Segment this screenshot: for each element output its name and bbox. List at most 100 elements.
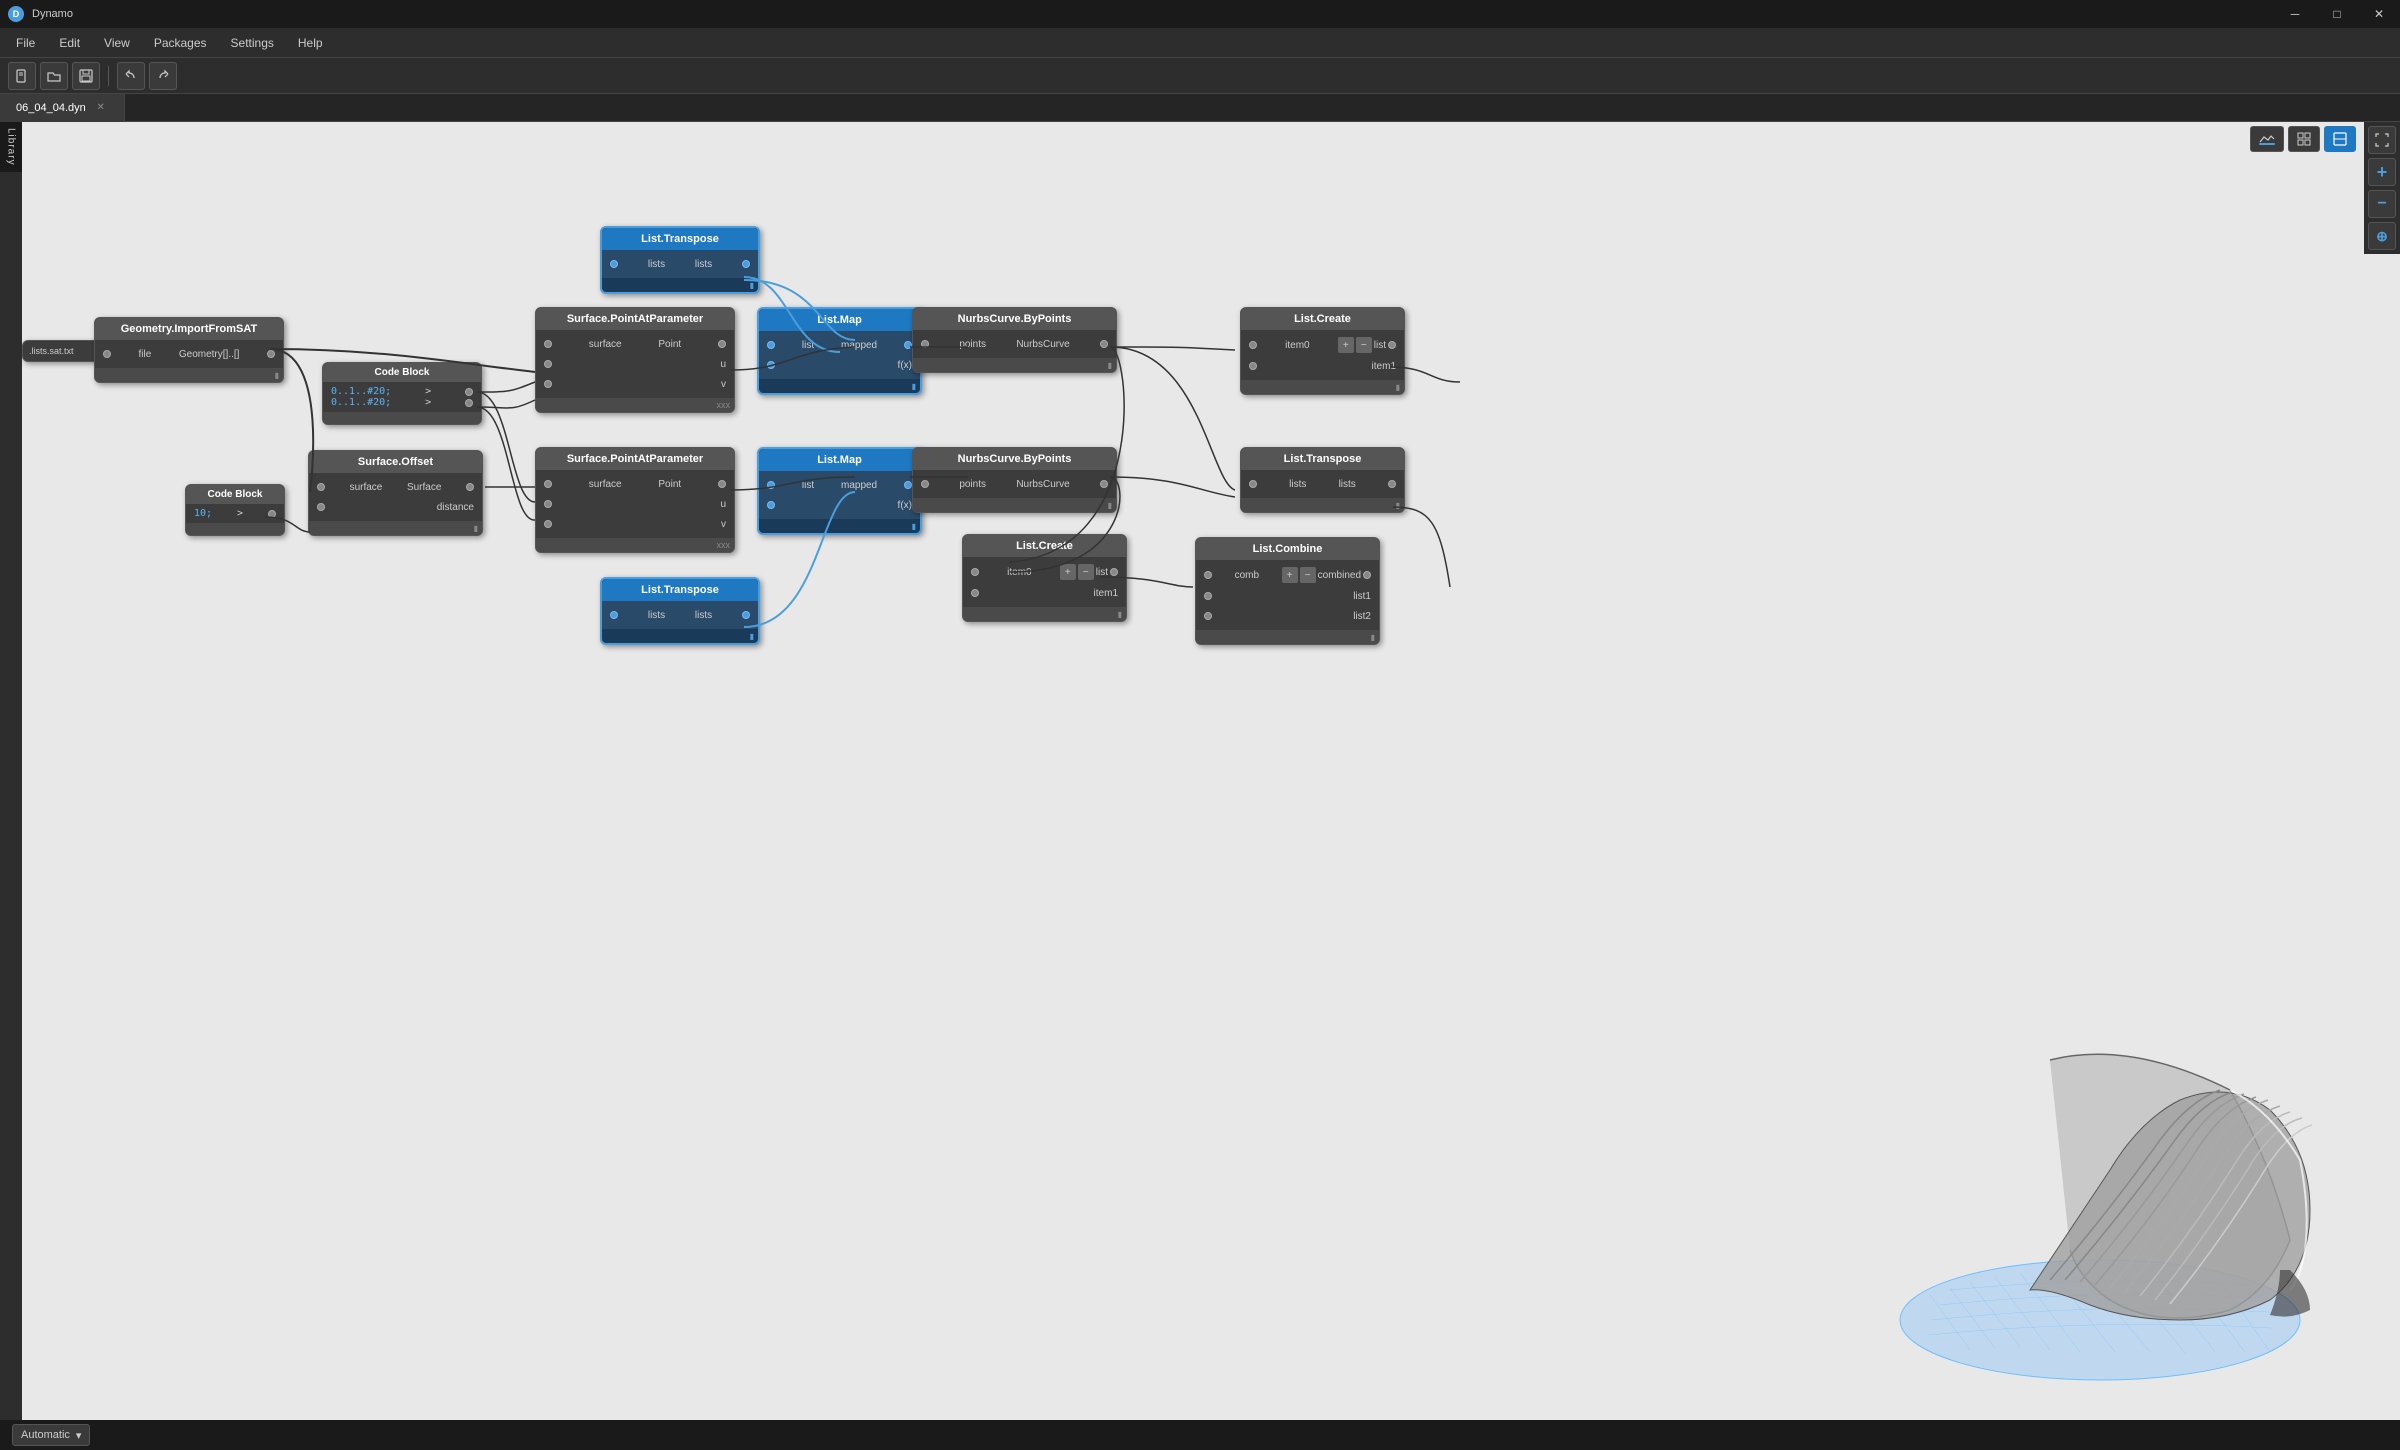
code-block-2-header: Code Block (186, 485, 284, 504)
run-mode-dropdown[interactable]: Automatic ▾ (12, 1424, 90, 1446)
undo-button[interactable] (117, 62, 145, 90)
surface-point-2-v-port[interactable] (544, 520, 552, 528)
zoom-fit-button[interactable]: ⊕ (2368, 222, 2396, 250)
code-arrow-3: > (237, 508, 243, 519)
list-transpose-2-input[interactable] (610, 611, 618, 619)
surface-offset-output-port[interactable] (466, 483, 474, 491)
list-create-1-item1-row: item1 (1241, 356, 1404, 376)
list-transpose-1-output[interactable] (742, 260, 750, 268)
list-map-2-output-port[interactable] (904, 481, 912, 489)
nurbs-curve-1-output-port[interactable] (1100, 340, 1108, 348)
list-map-2-list-label: list (802, 480, 814, 491)
fit-view-button[interactable] (2368, 126, 2396, 154)
nurbs-curve-1-node: NurbsCurve.ByPoints points NurbsCurve ▮ (912, 307, 1117, 373)
surface-offset-header: Surface.Offset (309, 451, 482, 473)
background-view-button[interactable] (2250, 126, 2284, 152)
geometry-import-node: Geometry.ImportFromSAT file Geometry[]..… (94, 317, 284, 383)
redo-button[interactable] (149, 62, 177, 90)
input-file-label: .lists.sat.txt (29, 346, 74, 356)
surface-offset-surface-port[interactable] (317, 483, 325, 491)
list-create-2-item0-port[interactable] (971, 568, 979, 576)
list-create-1-plus-button[interactable]: + (1338, 337, 1354, 353)
list-create-2-output-port[interactable] (1110, 568, 1118, 576)
list-create-2-minus-button[interactable]: − (1078, 564, 1094, 580)
open-button[interactable] (40, 62, 68, 90)
list-combine-plus-button[interactable]: + (1282, 567, 1298, 583)
list-create-1-minus-button[interactable]: − (1356, 337, 1372, 353)
nurbs-curve-1-points-label: points (959, 339, 986, 350)
layout-view-button[interactable] (2324, 126, 2356, 152)
surface-point-1-surface-port[interactable] (544, 340, 552, 348)
menu-file[interactable]: File (4, 32, 47, 54)
code-output-2[interactable] (465, 399, 473, 407)
list-combine-list1-port[interactable] (1204, 592, 1212, 600)
surface-point-2-output-port[interactable] (718, 480, 726, 488)
list-combine-list2-port[interactable] (1204, 612, 1212, 620)
minimize-button[interactable]: ─ (2274, 0, 2316, 28)
list-combine-comb-port[interactable] (1204, 571, 1212, 579)
zoom-in-button[interactable]: + (2368, 158, 2396, 186)
menu-packages[interactable]: Packages (142, 32, 219, 54)
surface-point-1-output-port[interactable] (718, 340, 726, 348)
list-create-1-footer: ▮ (1241, 380, 1404, 394)
nurbs-curve-2-output-port[interactable] (1100, 480, 1108, 488)
zoom-out-button[interactable]: − (2368, 190, 2396, 218)
surface-point-1-u-row: u (536, 354, 734, 374)
list-create-2-plus-button[interactable]: + (1060, 564, 1076, 580)
menu-edit[interactable]: Edit (47, 32, 92, 54)
list-map-1-fx-port[interactable] (767, 361, 775, 369)
list-map-1-list-port[interactable] (767, 341, 775, 349)
list-map-2-fx-port[interactable] (767, 501, 775, 509)
surface-point-2-u-port[interactable] (544, 500, 552, 508)
tab-close-button[interactable]: ✕ (94, 101, 108, 115)
menu-settings[interactable]: Settings (219, 32, 286, 54)
list-transpose-3-body: lists lists (1241, 470, 1404, 498)
canvas[interactable]: Library + − ⊕ (0, 122, 2400, 1450)
list-transpose-3-input[interactable] (1249, 480, 1257, 488)
list-combine-output-port[interactable] (1363, 571, 1371, 579)
nurbs-curve-2-points-port[interactable] (921, 480, 929, 488)
list-map-1-fx-label: f(x) (898, 360, 912, 371)
list-transpose-3-header: List.Transpose (1241, 448, 1404, 470)
close-button[interactable]: ✕ (2358, 0, 2400, 28)
list-map-2-list-port[interactable] (767, 481, 775, 489)
surface-point-1-u-port[interactable] (544, 360, 552, 368)
nurbs-curve-1-points-port[interactable] (921, 340, 929, 348)
list-map-1-output-port[interactable] (904, 341, 912, 349)
code-output-3[interactable] (268, 510, 276, 518)
code-arrow-1: > (425, 386, 431, 397)
code-output-1[interactable] (465, 388, 473, 396)
geometry-import-footer: ▮ (95, 368, 283, 382)
nurbs-curve-1-footer: ▮ (913, 358, 1116, 372)
surface-point-2-output-label: Point (658, 479, 681, 490)
grid-view-button[interactable] (2288, 126, 2320, 152)
menu-help[interactable]: Help (286, 32, 335, 54)
file-input-port[interactable] (103, 350, 111, 358)
list-transpose-1-input[interactable] (610, 260, 618, 268)
list-transpose-3-row: lists lists (1241, 474, 1404, 494)
list-transpose-3-output[interactable] (1388, 480, 1396, 488)
surface-offset-surface-row: surface Surface (309, 477, 482, 497)
list-create-1-item0-port[interactable] (1249, 341, 1257, 349)
list-combine-minus-button[interactable]: − (1300, 567, 1316, 583)
surface-point-2-surface-port[interactable] (544, 480, 552, 488)
surface-offset-distance-port[interactable] (317, 503, 325, 511)
list-create-1-item0-row: item0 + − list (1241, 334, 1404, 356)
list-map-1-node: List.Map list mapped f(x) ▮ (757, 307, 922, 395)
geometry-import-body: file Geometry[]..[] (95, 340, 283, 368)
list-create-1-output-port[interactable] (1388, 341, 1396, 349)
list-transpose-2-footer: ▮ (602, 629, 758, 643)
nurbs-curve-1-header: NurbsCurve.ByPoints (913, 308, 1116, 330)
menu-view[interactable]: View (92, 32, 142, 54)
list-create-2-item1-port[interactable] (971, 589, 979, 597)
maximize-button[interactable]: □ (2316, 0, 2358, 28)
new-button[interactable] (8, 62, 36, 90)
geometry-output-port[interactable] (267, 350, 275, 358)
library-toggle-button[interactable]: Library (0, 122, 22, 172)
list-create-1-item1-port[interactable] (1249, 362, 1257, 370)
file-tab[interactable]: 06_04_04.dyn ✕ (0, 94, 125, 122)
save-button[interactable] (72, 62, 100, 90)
list-transpose-2-output[interactable] (742, 611, 750, 619)
surface-point-1-v-port[interactable] (544, 380, 552, 388)
code-line-1: 0..1..#20; > (331, 386, 473, 397)
